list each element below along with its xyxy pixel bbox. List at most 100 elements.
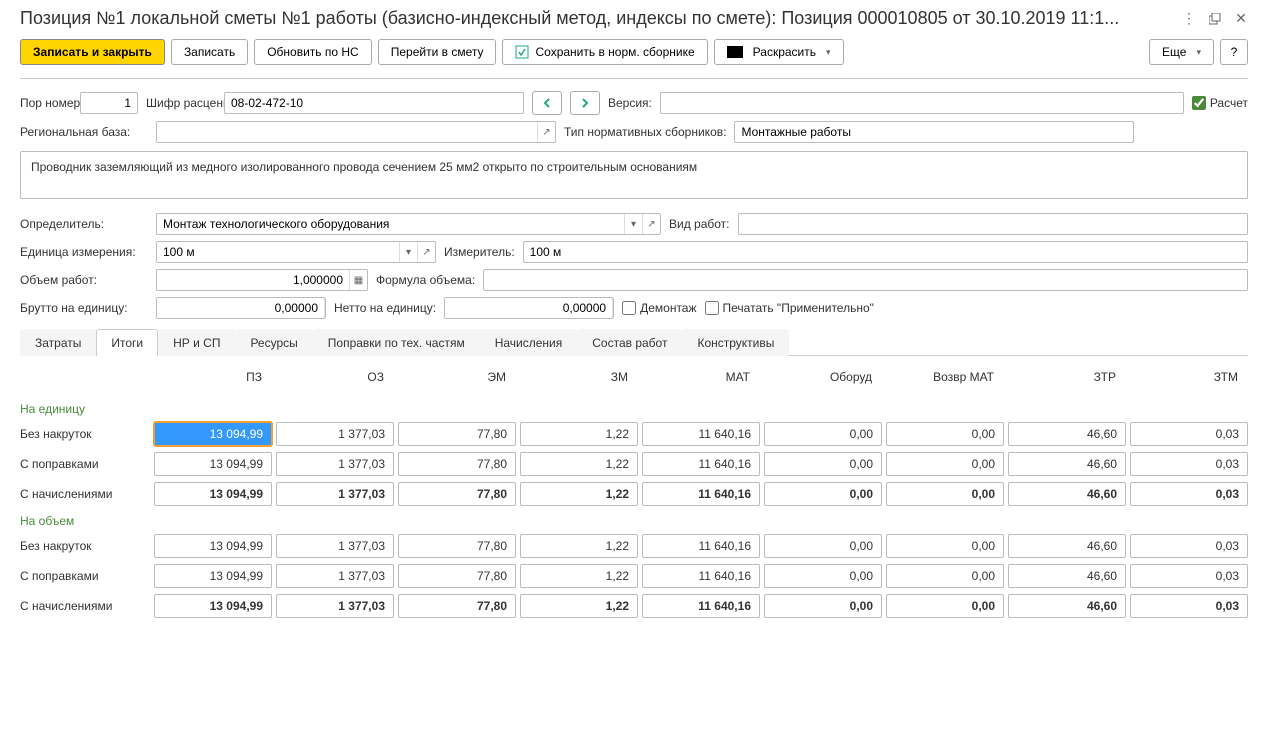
description-box[interactable]: Проводник заземляющий из медного изолиро… bbox=[20, 151, 1248, 199]
cell[interactable]: 11 640,16 bbox=[642, 422, 760, 446]
save-norm-button[interactable]: Сохранить в норм. сборнике bbox=[502, 39, 707, 65]
cell[interactable]: 0,00 bbox=[886, 452, 1004, 476]
cell[interactable]: 0,03 bbox=[1130, 452, 1248, 476]
cell[interactable]: 13 094,99 bbox=[154, 564, 272, 588]
open-ref-icon[interactable]: ↗ bbox=[537, 122, 555, 142]
cell[interactable]: 0,00 bbox=[886, 422, 1004, 446]
tab-3[interactable]: Ресурсы bbox=[235, 329, 312, 356]
formula-input[interactable] bbox=[483, 269, 1248, 291]
cell[interactable]: 1 377,03 bbox=[276, 564, 394, 588]
more-menu-icon[interactable]: ⋮ bbox=[1182, 12, 1196, 26]
cell[interactable]: 11 640,16 bbox=[642, 452, 760, 476]
tab-0[interactable]: Затраты bbox=[20, 329, 96, 356]
chevron-down-icon[interactable]: ▾ bbox=[399, 242, 417, 262]
cell[interactable]: 0,00 bbox=[764, 482, 882, 506]
colorize-button[interactable]: Раскрасить ▾ bbox=[714, 39, 844, 65]
calc-checkbox[interactable] bbox=[1192, 96, 1206, 110]
cell[interactable]: 13 094,99 bbox=[154, 534, 272, 558]
version-input[interactable] bbox=[660, 92, 1184, 114]
cell[interactable]: 0,03 bbox=[1130, 534, 1248, 558]
regbase-input-wrap[interactable]: ↗ bbox=[156, 121, 556, 143]
cell[interactable]: 1,22 bbox=[520, 452, 638, 476]
cell[interactable]: 11 640,16 bbox=[642, 534, 760, 558]
nav-next-button[interactable] bbox=[570, 91, 600, 115]
open-ref-icon[interactable]: ↗ bbox=[642, 214, 660, 234]
cell[interactable]: 13 094,99 bbox=[154, 452, 272, 476]
determiner-input-wrap[interactable]: ▾ ↗ bbox=[156, 213, 661, 235]
cell[interactable]: 77,80 bbox=[398, 534, 516, 558]
measurer-input[interactable] bbox=[523, 241, 1248, 263]
cell[interactable]: 11 640,16 bbox=[642, 482, 760, 506]
cell[interactable]: 0,03 bbox=[1130, 482, 1248, 506]
volume-input[interactable] bbox=[157, 270, 349, 290]
close-icon[interactable]: ✕ bbox=[1234, 12, 1248, 26]
save-button[interactable]: Записать bbox=[171, 39, 248, 65]
update-ns-button[interactable]: Обновить по НС bbox=[254, 39, 372, 65]
cell[interactable]: 46,60 bbox=[1008, 452, 1126, 476]
print-appl-checkbox-wrap[interactable]: Печатать "Применительно" bbox=[705, 301, 874, 315]
goto-estimate-button[interactable]: Перейти в смету bbox=[378, 39, 497, 65]
cell[interactable]: 46,60 bbox=[1008, 422, 1126, 446]
nav-prev-button[interactable] bbox=[532, 91, 562, 115]
cell[interactable]: 77,80 bbox=[398, 564, 516, 588]
regbase-input[interactable] bbox=[157, 122, 537, 142]
brutto-input-wrap[interactable]: ▦ bbox=[156, 297, 326, 319]
netto-input[interactable] bbox=[445, 298, 612, 318]
cell[interactable]: 0,03 bbox=[1130, 422, 1248, 446]
brutto-input[interactable] bbox=[157, 298, 324, 318]
unit-input-wrap[interactable]: ▾ ↗ bbox=[156, 241, 436, 263]
open-ref-icon[interactable]: ↗ bbox=[417, 242, 435, 262]
cell[interactable]: 46,60 bbox=[1008, 482, 1126, 506]
detach-icon[interactable] bbox=[1208, 12, 1222, 26]
cell[interactable]: 0,03 bbox=[1130, 564, 1248, 588]
cell[interactable]: 13 094,99 bbox=[154, 422, 272, 446]
cell[interactable]: 1,22 bbox=[520, 482, 638, 506]
cell[interactable]: 0,00 bbox=[764, 564, 882, 588]
cell[interactable]: 77,80 bbox=[398, 594, 516, 618]
print-appl-checkbox[interactable] bbox=[705, 301, 719, 315]
tab-5[interactable]: Начисления bbox=[480, 329, 578, 356]
cell[interactable]: 77,80 bbox=[398, 452, 516, 476]
cell[interactable]: 0,00 bbox=[886, 564, 1004, 588]
calculator-icon[interactable]: ▦ bbox=[324, 298, 326, 318]
cell[interactable]: 46,60 bbox=[1008, 594, 1126, 618]
cell[interactable]: 1,22 bbox=[520, 564, 638, 588]
worktype-input[interactable] bbox=[738, 213, 1248, 235]
cell[interactable]: 1 377,03 bbox=[276, 594, 394, 618]
tab-6[interactable]: Состав работ bbox=[577, 329, 682, 356]
cell[interactable]: 0,00 bbox=[764, 534, 882, 558]
cell[interactable]: 13 094,99 bbox=[154, 594, 272, 618]
cell[interactable]: 0,00 bbox=[886, 534, 1004, 558]
calculator-icon[interactable]: ▦ bbox=[612, 298, 614, 318]
cell[interactable]: 0,00 bbox=[886, 594, 1004, 618]
tab-2[interactable]: НР и СП bbox=[158, 329, 235, 356]
cell[interactable]: 0,00 bbox=[764, 594, 882, 618]
cell[interactable]: 77,80 bbox=[398, 422, 516, 446]
volume-input-wrap[interactable]: ▦ bbox=[156, 269, 368, 291]
cell[interactable]: 46,60 bbox=[1008, 564, 1126, 588]
tab-1[interactable]: Итоги bbox=[96, 329, 158, 356]
cell[interactable]: 13 094,99 bbox=[154, 482, 272, 506]
cell[interactable]: 1 377,03 bbox=[276, 534, 394, 558]
code-input[interactable] bbox=[224, 92, 524, 114]
por-input[interactable] bbox=[80, 92, 138, 114]
cell[interactable]: 0,00 bbox=[886, 482, 1004, 506]
dismantle-checkbox-wrap[interactable]: Демонтаж bbox=[622, 301, 696, 315]
cell[interactable]: 0,00 bbox=[764, 422, 882, 446]
cell[interactable]: 0,03 bbox=[1130, 594, 1248, 618]
determiner-input[interactable] bbox=[157, 214, 624, 234]
tab-7[interactable]: Конструктивы bbox=[682, 329, 789, 356]
dismantle-checkbox[interactable] bbox=[622, 301, 636, 315]
tab-4[interactable]: Поправки по тех. частям bbox=[313, 329, 480, 356]
cell[interactable]: 1 377,03 bbox=[276, 422, 394, 446]
save-close-button[interactable]: Записать и закрыть bbox=[20, 39, 165, 65]
cell[interactable]: 1,22 bbox=[520, 594, 638, 618]
cell[interactable]: 1 377,03 bbox=[276, 452, 394, 476]
more-button[interactable]: Еще ▾ bbox=[1149, 39, 1214, 65]
cell[interactable]: 46,60 bbox=[1008, 534, 1126, 558]
help-button[interactable]: ? bbox=[1220, 39, 1248, 65]
cell[interactable]: 1 377,03 bbox=[276, 482, 394, 506]
unit-input[interactable] bbox=[157, 242, 399, 262]
cell[interactable]: 1,22 bbox=[520, 422, 638, 446]
calculator-icon[interactable]: ▦ bbox=[349, 270, 367, 290]
